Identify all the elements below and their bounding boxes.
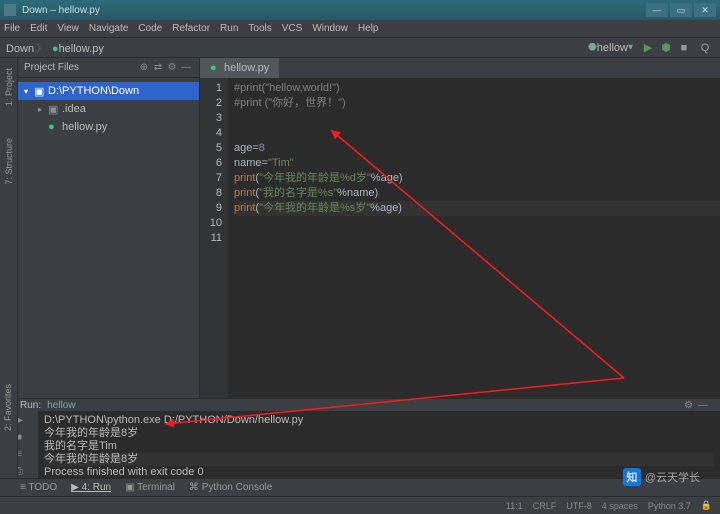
- menu-view[interactable]: View: [57, 23, 79, 34]
- hide-icon[interactable]: —: [179, 62, 193, 73]
- run-config-name: hellow: [47, 400, 75, 411]
- tool-run[interactable]: ▶ 4: Run: [71, 482, 111, 493]
- menu-help[interactable]: Help: [358, 23, 379, 34]
- status-bar: 11:1 CRLF UTF-8 4 spaces Python 3.7 🔒: [0, 496, 720, 514]
- project-pane: Project Files ⊕ ⇄ ⚙ — ▾▣ D:\PYTHON\Down …: [18, 58, 200, 398]
- menu-edit[interactable]: Edit: [30, 23, 47, 34]
- menu-bar: File Edit View Navigate Code Refactor Ru…: [0, 20, 720, 38]
- minimize-button[interactable]: —: [646, 3, 668, 17]
- gear-icon[interactable]: ⚙: [165, 62, 179, 73]
- breadcrumb[interactable]: Down〉 ●hellow.py: [6, 40, 104, 56]
- sidebar-tab-favorites[interactable]: 2: Favorites: [0, 378, 16, 437]
- menu-code[interactable]: Code: [138, 23, 162, 34]
- tool-terminal[interactable]: ▣ Terminal: [125, 482, 175, 493]
- locate-icon[interactable]: ⊕: [137, 62, 151, 73]
- navigation-bar: Down〉 ●hellow.py ⬣ hellow ▾ ▶ ⬢ ■ Q: [0, 38, 720, 58]
- window-title: Down – hellow.py: [22, 5, 646, 16]
- sidebar-tab-project[interactable]: 1: Project: [4, 62, 14, 112]
- run-button[interactable]: ▶: [640, 40, 656, 56]
- run-label: Run:: [20, 400, 41, 411]
- menu-file[interactable]: File: [4, 23, 20, 34]
- tree-file-hellow[interactable]: ● hellow.py: [18, 118, 199, 136]
- menu-navigate[interactable]: Navigate: [89, 23, 128, 34]
- maximize-button[interactable]: ▭: [670, 3, 692, 17]
- menu-run[interactable]: Run: [220, 23, 238, 34]
- app-logo-icon: [4, 4, 16, 16]
- left-tool-gutter: 1: Project 7: Structure: [0, 58, 18, 398]
- lock-icon[interactable]: 🔒: [701, 500, 712, 511]
- run-hide-icon[interactable]: —: [698, 400, 712, 411]
- menu-vcs[interactable]: VCS: [282, 23, 303, 34]
- status-line-sep[interactable]: CRLF: [533, 501, 557, 511]
- sidebar-tab-structure[interactable]: 7: Structure: [4, 132, 14, 191]
- code-editor[interactable]: 1234567891011 #print("hellow,world!") #p…: [200, 78, 720, 398]
- status-position[interactable]: 11:1: [506, 501, 523, 511]
- tree-root[interactable]: ▾▣ D:\PYTHON\Down: [18, 82, 199, 100]
- project-tree: ▾▣ D:\PYTHON\Down ▸▣ .idea ● hellow.py: [18, 78, 199, 140]
- collapse-icon[interactable]: ⇄: [151, 62, 165, 73]
- tool-python-console[interactable]: ⌘ Python Console: [189, 482, 272, 493]
- watermark: 知 @云天学长: [623, 468, 700, 486]
- run-config-selector[interactable]: ⬣ hellow ▾: [588, 42, 633, 54]
- editor-tab-hellow[interactable]: ●hellow.py: [200, 58, 279, 78]
- menu-tools[interactable]: Tools: [248, 23, 271, 34]
- menu-window[interactable]: Window: [312, 23, 348, 34]
- status-interpreter[interactable]: Python 3.7: [648, 501, 691, 511]
- status-indent[interactable]: 4 spaces: [602, 501, 638, 511]
- tool-todo[interactable]: ≡ TODO: [20, 482, 57, 493]
- status-encoding[interactable]: UTF-8: [566, 501, 592, 511]
- line-gutter: 1234567891011: [200, 78, 228, 398]
- close-button[interactable]: ✕: [694, 3, 716, 17]
- title-bar: Down – hellow.py — ▭ ✕: [0, 0, 720, 20]
- debug-button[interactable]: ⬢: [658, 40, 674, 56]
- menu-refactor[interactable]: Refactor: [172, 23, 210, 34]
- bottom-toolbar: ≡ TODO ▶ 4: Run ▣ Terminal ⌘ Python Cons…: [0, 478, 720, 496]
- run-gear-icon[interactable]: ⚙: [684, 400, 698, 411]
- project-pane-title[interactable]: Project Files: [24, 62, 137, 73]
- editor-area: ●hellow.py 1234567891011 #print("hellow,…: [200, 58, 720, 398]
- search-icon[interactable]: Q: [697, 40, 713, 56]
- zhihu-logo-icon: 知: [623, 468, 641, 486]
- tree-folder-idea[interactable]: ▸▣ .idea: [18, 100, 199, 118]
- stop-button[interactable]: ■: [676, 40, 692, 56]
